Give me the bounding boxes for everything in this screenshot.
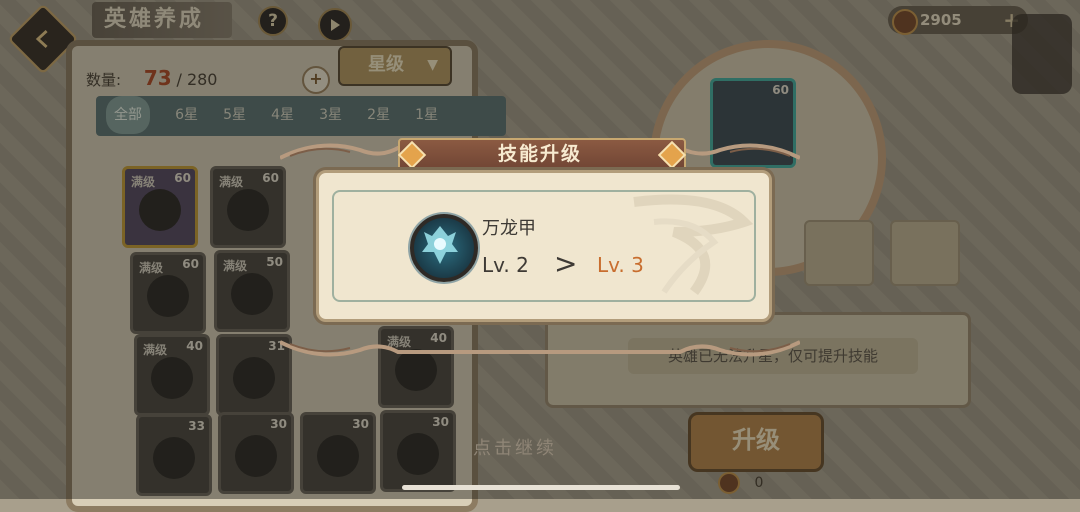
dialog-title: 技能升级 [497,143,582,165]
skill-level-old: Lv. 2 [482,253,529,277]
dialog-inner-frame [332,190,756,302]
skill-name: 万龙甲 [482,218,536,239]
skill-level-new: Lv. 3 [597,253,644,277]
cloud-swirl-decoration [633,194,754,295]
dragon-armor-icon [422,226,458,264]
skill-icon [410,214,478,282]
home-indicator[interactable] [402,485,680,490]
dialog-bottom-ornament [280,340,800,357]
level-arrow: > [554,247,578,280]
